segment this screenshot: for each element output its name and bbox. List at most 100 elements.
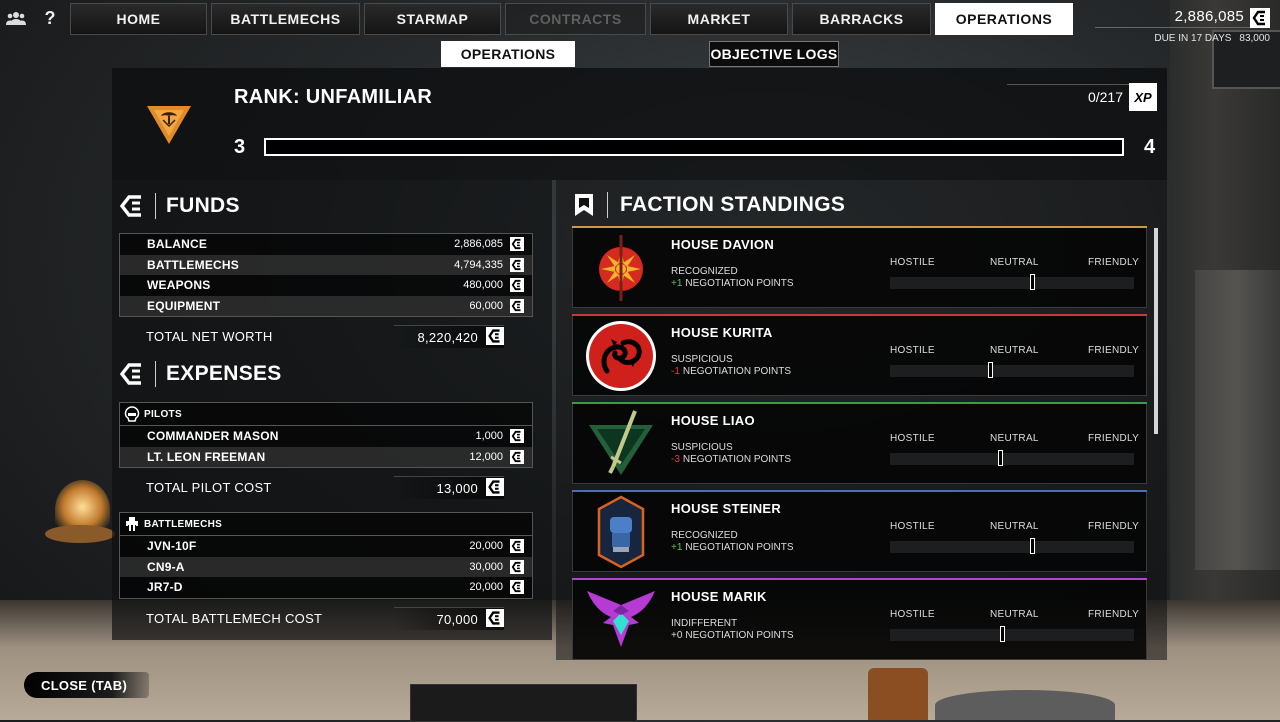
heading-divider — [155, 361, 156, 387]
negotiation-label: NEGOTIATION POINTS — [685, 542, 794, 553]
cbill-icon — [486, 478, 504, 496]
cbill-icon — [510, 449, 524, 464]
rank-panel: RANK: UNFAMILIAR 0/217 XP 3 4 — [112, 68, 1167, 180]
pilot-row: LT. LEON FREEMAN 12,000 — [120, 446, 532, 467]
pilots-label: PILOTS — [144, 408, 182, 420]
level-start: 3 — [234, 136, 246, 158]
total-value: 70,000 — [436, 612, 478, 627]
due-label: DUE IN 17 DAYS — [1154, 33, 1232, 44]
subtab-operations[interactable]: OPERATIONS — [441, 41, 575, 67]
row-value: 2,886,085 — [454, 238, 503, 251]
negotiation-label: NEGOTIATION POINTS — [685, 630, 794, 641]
mech-row: JVN-10F 20,000 — [120, 536, 532, 557]
faction-card[interactable]: HOUSE KURITA SUSPICIOUS -1 NEGOTIATION POIN… — [572, 314, 1147, 396]
tab-home[interactable]: HOME — [70, 3, 207, 35]
row-value: 60,000 — [469, 299, 503, 312]
scale-friendly-label: FRIENDLY — [1088, 433, 1140, 444]
background-lamp-base — [45, 525, 115, 543]
total-value-box: 13,000 — [394, 476, 504, 499]
negotiation-points: +0 NEGOTIATION POINTS — [671, 630, 794, 641]
mech-row: CN9-A 30,000 — [120, 556, 532, 577]
tab-starmap[interactable]: STARMAP — [364, 3, 501, 35]
funds-heading: FUNDS — [119, 191, 240, 221]
funds-value: 2,886,085 — [1174, 8, 1244, 25]
top-left-icons: ? — [6, 6, 60, 30]
company-icon[interactable] — [6, 8, 26, 28]
cbill-icon — [510, 257, 524, 272]
kurita-dragon-icon — [583, 319, 659, 393]
total-battlemech-cost: TOTAL BATTLEMECH COST 70,000 — [146, 607, 526, 631]
mechs-ledger: BATTLEMECHS JVN-10F 20,000 CN9-A 30,000 JR… — [119, 512, 533, 599]
faction-scrollbar[interactable] — [1154, 228, 1158, 434]
subtab-objective-logs[interactable]: OBJECTIVE LOGS — [709, 41, 839, 67]
cbill-icon — [119, 194, 145, 218]
row-label: CN9-A — [147, 559, 185, 574]
cbill-icon — [510, 278, 524, 292]
negotiation-points: +1 NEGOTIATION POINTS — [671, 542, 794, 553]
negotiation-points: -3 NEGOTIATION POINTS — [671, 454, 791, 465]
xp-counter: 0/217 XP — [1029, 83, 1157, 111]
scale-hostile-label: HOSTILE — [890, 521, 935, 532]
total-value: 8,220,420 — [417, 330, 478, 345]
tab-battlemechs[interactable]: BATTLEMECHS — [211, 3, 360, 35]
mechs-ledger-title: BATTLEMECHS — [120, 513, 532, 536]
total-label: TOTAL BATTLEMECH COST — [146, 611, 323, 626]
funds-title: FUNDS — [166, 194, 240, 217]
funds-row: BALANCE 2,886,085 — [120, 234, 532, 255]
scale-neutral-label: NEUTRAL — [990, 433, 1039, 444]
tab-operations[interactable]: OPERATIONS — [935, 3, 1073, 35]
row-label: LT. LEON FREEMAN — [147, 449, 266, 464]
faction-card[interactable]: HOUSE MARIK INDIFFERENT +0 NEGOTIATION POIN… — [572, 578, 1147, 660]
negotiation-points: -1 NEGOTIATION POINTS — [671, 366, 791, 377]
close-label: CLOSE (TAB) — [41, 677, 128, 693]
row-value: 12,000 — [469, 450, 503, 463]
faction-accent-line — [572, 578, 1147, 580]
faction-card[interactable]: HOUSE STEINER RECOGNIZED +1 NEGOTIATION POI… — [572, 490, 1147, 572]
row-label: BATTLEMECHS — [147, 257, 239, 272]
row-label: JR7-D — [147, 580, 183, 595]
background-locker — [1195, 270, 1280, 570]
reputation-marker — [988, 362, 993, 378]
pilot-helmet-icon — [124, 406, 140, 422]
background-mug — [868, 668, 928, 720]
rank-title: RANK: UNFAMILIAR — [234, 86, 433, 108]
close-button[interactable]: CLOSE (TAB) — [24, 672, 149, 698]
mech-row: JR7-D 20,000 — [120, 577, 532, 598]
reputation-marker — [1030, 538, 1035, 554]
tab-barracks[interactable]: BARRACKS — [792, 3, 931, 35]
funds-row: WEAPONS 480,000 — [120, 275, 532, 296]
faction-card[interactable]: HOUSE DAVION RECOGNIZED +1 NEGOTIATION POIN… — [572, 226, 1147, 308]
total-net-worth: TOTAL NET WORTH 8,220,420 — [146, 325, 526, 349]
bookmark-icon — [574, 193, 594, 217]
due-amount: 83,000 — [1239, 33, 1270, 44]
row-value: 20,000 — [469, 540, 503, 553]
main-nav: HOME BATTLEMECHS STARMAP CONTRACTS MARKE… — [70, 3, 1073, 35]
faction-accent-line — [572, 314, 1147, 316]
row-label: WEAPONS — [147, 278, 211, 293]
cbill-icon — [510, 559, 524, 574]
background-keyboard — [410, 684, 637, 722]
row-label: BALANCE — [147, 237, 208, 252]
scale-hostile-label: HOSTILE — [890, 609, 935, 620]
faction-accent-line — [572, 490, 1147, 492]
faction-card[interactable]: HOUSE LIAO SUSPICIOUS -3 NEGOTIATION POINTS… — [572, 402, 1147, 484]
negotiation-points: +1 NEGOTIATION POINTS — [671, 278, 794, 289]
row-label: COMMANDER MASON — [147, 429, 279, 444]
tab-market[interactable]: MARKET — [650, 3, 788, 35]
reputation-marker — [1030, 274, 1035, 290]
reputation-track — [890, 274, 1134, 290]
scale-neutral-label: NEUTRAL — [990, 521, 1039, 532]
scale-hostile-label: HOSTILE — [890, 345, 935, 356]
reputation-track — [890, 450, 1134, 466]
total-label: TOTAL PILOT COST — [146, 480, 272, 495]
scale-neutral-label: NEUTRAL — [990, 257, 1039, 268]
faction-name: HOUSE LIAO — [671, 413, 755, 428]
mechs-label: BATTLEMECHS — [144, 518, 223, 530]
help-icon[interactable]: ? — [40, 8, 60, 28]
xp-progress-bar — [264, 138, 1124, 156]
negotiation-label: NEGOTIATION POINTS — [685, 278, 794, 289]
row-value: 20,000 — [469, 581, 503, 594]
faction-status: INDIFFERENT — [671, 618, 738, 629]
faction-name: HOUSE DAVION — [671, 237, 775, 252]
tab-contracts[interactable]: CONTRACTS — [505, 3, 646, 35]
